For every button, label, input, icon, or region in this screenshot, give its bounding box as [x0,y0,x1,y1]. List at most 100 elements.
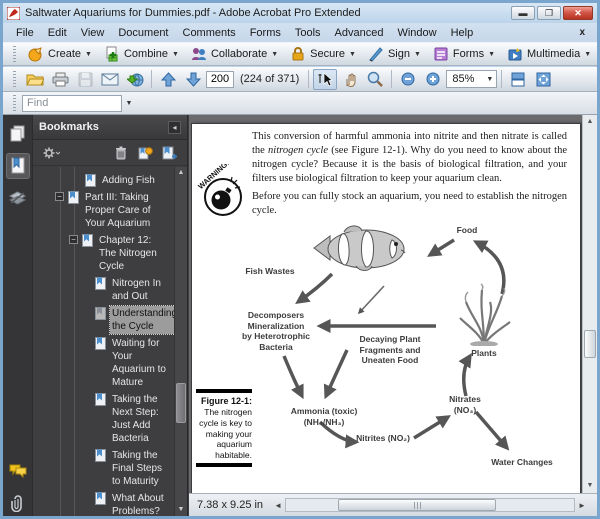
navigation-pane-strip [3,115,33,516]
bookmark-page-icon [82,234,93,247]
toolbar-grip[interactable] [13,71,16,87]
attachments-panel-button[interactable] [6,490,30,516]
diagram-label-decomposers: Decomposers Mineralization by Heterotrop… [241,310,310,352]
fullscreen-button[interactable] [531,69,555,90]
zoom-in-button[interactable] [421,69,445,90]
bookmark-page-icon [85,174,96,187]
horizontal-scrollbar[interactable]: ◄ ► [271,498,589,513]
scroll-up-arrow[interactable]: ▲ [175,167,187,179]
toolbar-grip[interactable] [13,95,16,111]
chevron-down-icon: ▼ [271,50,279,58]
scroll-left-arrow[interactable]: ◄ [271,501,285,510]
bookmark-item-taking-the-next-step[interactable]: Taking the Next Step: Just Add Bacteria [33,392,173,446]
bookmark-item-what-about-problems[interactable]: What About Problems? [33,491,173,516]
lock-icon [292,47,304,61]
comments-panel-button[interactable] [6,458,30,484]
hand-tool-button[interactable] [338,69,362,90]
collapse-expander-icon[interactable]: − [55,192,64,201]
sign-button[interactable]: Sign ▼ [362,44,427,64]
previous-page-button[interactable] [156,69,180,90]
menu-advanced[interactable]: Advanced [328,25,391,41]
scroll-down-arrow[interactable]: ▼ [583,479,597,493]
menu-tools[interactable]: Tools [288,25,328,41]
bookmark-item-understanding-the-cycle[interactable]: Understanding the Cycle [33,305,181,335]
find-options-dropdown[interactable]: ▼ [122,95,136,112]
document-close-x[interactable]: x [573,27,591,38]
scrolling-mode-button[interactable] [506,69,530,90]
pages-panel-button[interactable] [6,121,30,147]
bookmarks-icon [11,157,24,174]
menu-help[interactable]: Help [444,25,481,41]
find-bar: ▼ [3,92,597,115]
gear-icon [43,147,60,158]
toolbar-grip[interactable] [13,46,16,62]
scrollbar-thumb[interactable] [337,499,497,511]
scrollbar-track[interactable] [285,498,575,512]
collapse-expander-icon[interactable]: − [69,235,78,244]
bookmark-item-chapter-12[interactable]: − Chapter 12: The Nitrogen Cycle [33,233,173,274]
restore-button[interactable]: ❐ [537,6,561,20]
menu-window[interactable]: Window [390,25,443,41]
task-toolbar: Create ▼ Combine ▼ Collaborate ▼ Secure ▼ Si… [3,42,597,66]
diagram-label-fish-wastes: Fish Wastes [245,266,295,276]
bookmarks-panel-button[interactable] [5,153,30,179]
next-page-button[interactable] [181,69,205,90]
select-cursor-icon [318,71,333,86]
scroll-down-arrow[interactable]: ▼ [175,504,187,516]
menu-document[interactable]: Document [111,25,175,41]
zoom-level-combo[interactable]: 85% ▼ [446,70,498,88]
scrollbar-thumb[interactable] [176,383,186,424]
bookmark-item-adding-fish[interactable]: Adding Fish [33,173,173,188]
find-input[interactable] [22,94,122,112]
diagram-label-plants: Plants [471,348,497,358]
scrollbar-thumb[interactable] [584,330,596,359]
scroll-right-arrow[interactable]: ► [575,501,589,510]
new-bookmark-button[interactable] [159,143,179,163]
select-tool-button[interactable] [313,68,338,90]
scroll-up-arrow[interactable]: ▲ [583,115,597,129]
print-button[interactable] [48,69,72,90]
vertical-scrollbar[interactable]: ▲ ▼ [582,115,597,493]
menu-comments[interactable]: Comments [176,25,243,41]
page-number-input[interactable] [206,70,234,88]
delete-bookmark-button[interactable] [111,143,131,163]
close-button[interactable]: ✕ [563,6,593,20]
bookmark-item-part-iii[interactable]: − Part III: Taking Proper Care of Your A… [33,190,173,231]
menu-file[interactable]: File [9,25,41,41]
pdf-app-icon [7,6,20,20]
menu-view[interactable]: View [74,25,112,41]
bookmark-destination-icon [138,146,153,159]
globe-upload-icon [126,73,143,87]
save-button[interactable] [73,69,97,90]
bookmark-item-waiting-for-your-aquarium[interactable]: Waiting for Your Aquarium to Mature [33,336,173,390]
status-bar: 7.38 x 9.25 in ◄ ► [189,493,597,516]
collaborate-button[interactable]: Collaborate ▼ [185,44,284,64]
combine-button[interactable]: Combine ▼ [98,44,185,64]
multimedia-button[interactable]: Multimedia ▼ [501,44,597,64]
upload-document-button[interactable] [123,69,147,90]
bookmark-options-button[interactable] [41,143,61,163]
collapse-panel-button[interactable]: ◂ [168,120,181,134]
zoom-out-button[interactable] [396,69,420,90]
diagram-label-nitrates: Nitrates (NO₃) [449,394,481,415]
title-bar[interactable]: Saltwater Aquariums for Dummies.pdf - Ad… [3,3,597,23]
bookmark-item-taking-the-final-steps[interactable]: Taking the Final Steps to Maturity [33,448,173,489]
bookmark-page-icon [68,191,79,204]
open-button[interactable] [23,69,47,90]
menu-forms[interactable]: Forms [243,25,288,41]
forms-button[interactable]: Forms ▼ [427,44,501,64]
marquee-zoom-button[interactable] [363,69,387,90]
set-destination-button[interactable] [135,143,155,163]
minimize-button[interactable]: ▬ [511,6,535,20]
layers-panel-button[interactable] [6,185,30,211]
bookmarks-scrollbar[interactable]: ▲ ▼ [174,167,187,516]
menu-edit[interactable]: Edit [41,25,74,41]
create-button[interactable]: Create ▼ [22,44,98,64]
bookmark-item-nitrogen-in-and-out[interactable]: Nitrogen In and Out [33,276,173,304]
chevron-down-icon[interactable]: ▼ [483,71,496,87]
save-icon [78,72,92,86]
secure-button[interactable]: Secure ▼ [284,44,362,64]
email-button[interactable] [98,69,122,90]
printer-icon [52,72,68,86]
menu-bar: File Edit View Document Comments Forms T… [3,23,597,42]
